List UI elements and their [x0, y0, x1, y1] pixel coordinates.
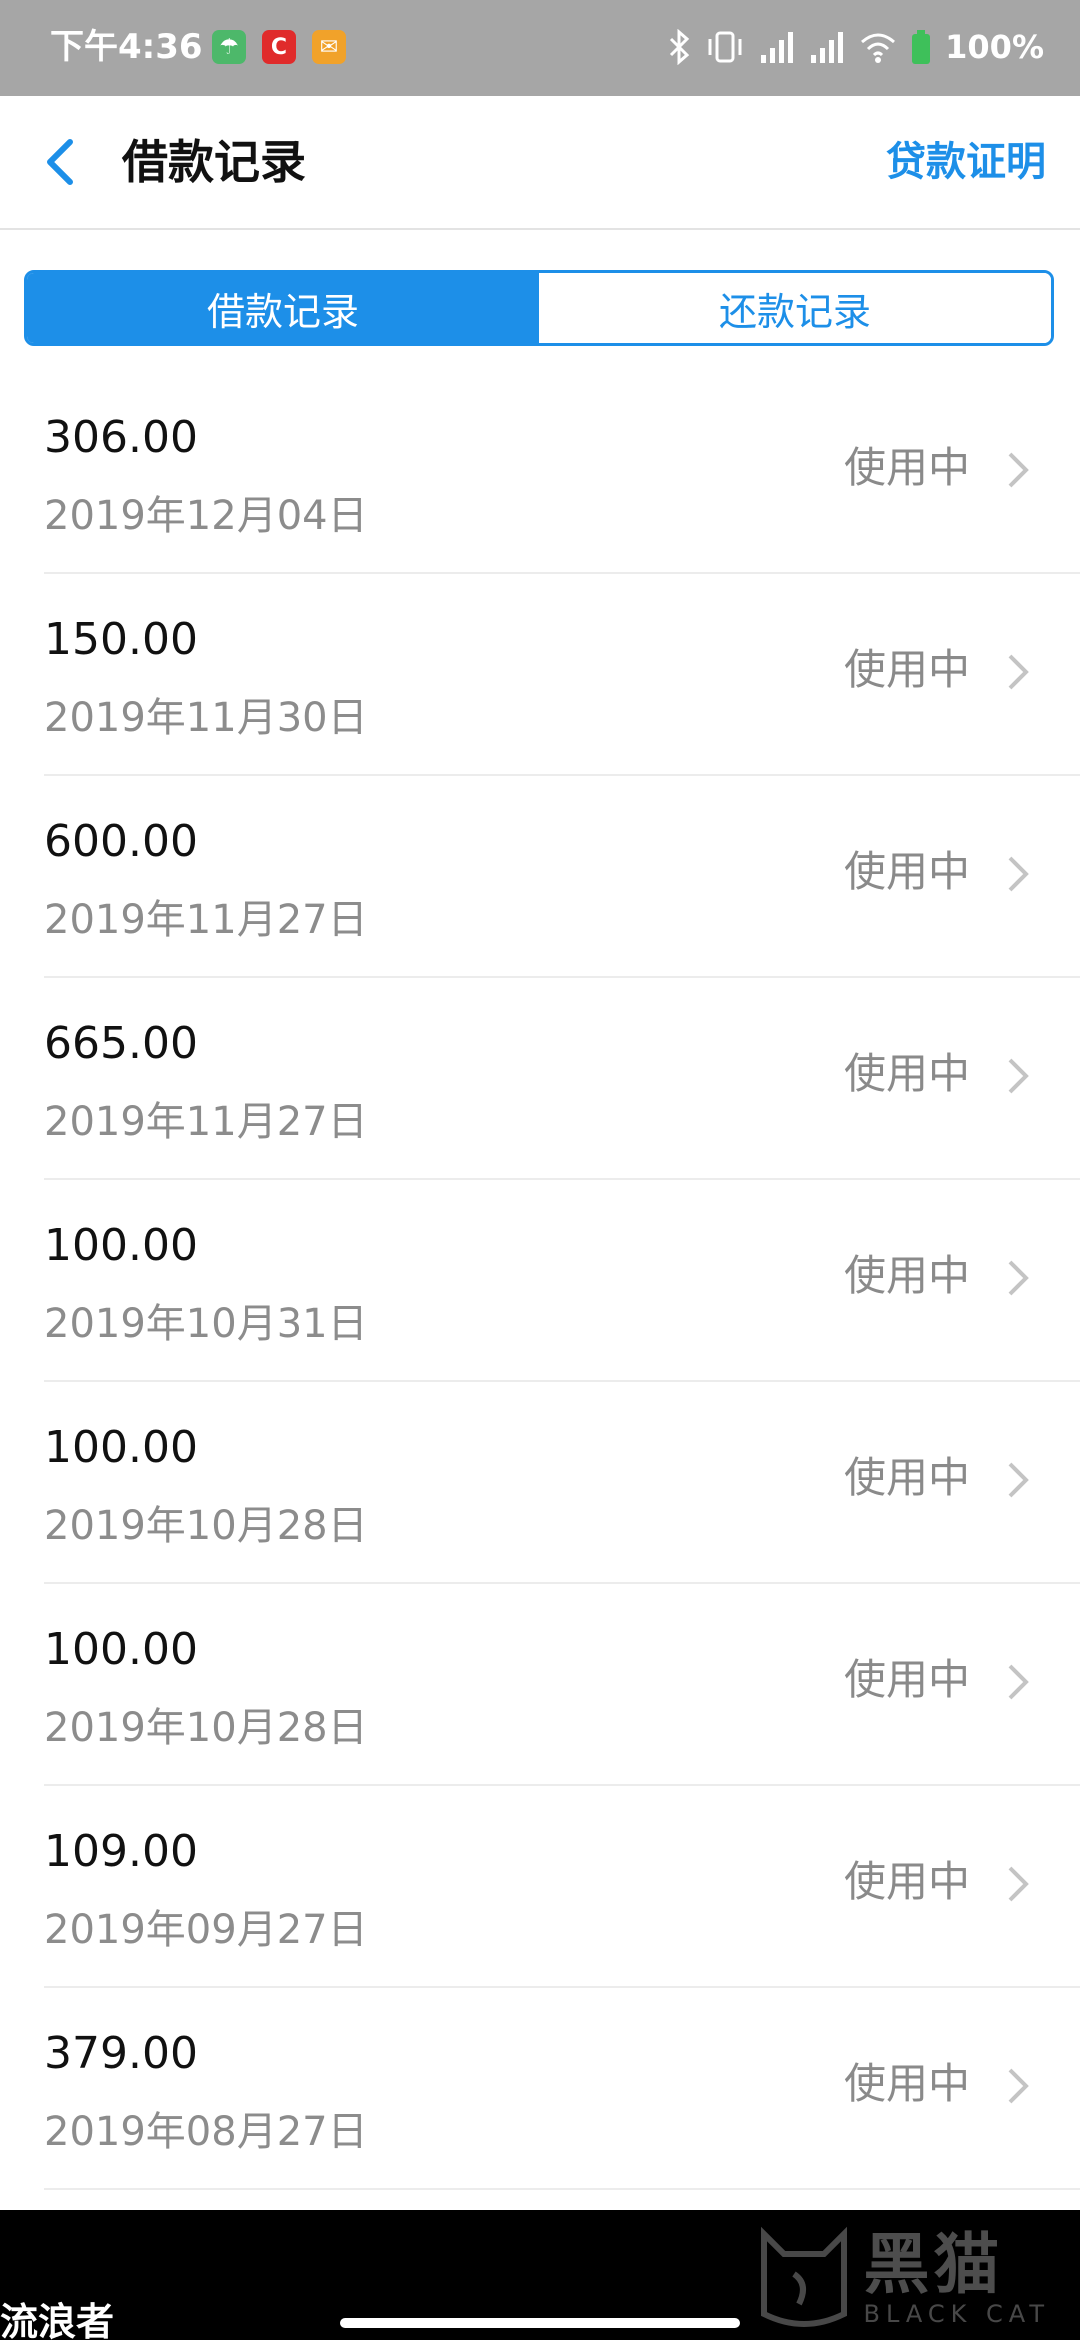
signal-icon — [761, 32, 794, 63]
list-item[interactable]: 379.00 2019年08月27日 使用中 — [0, 1988, 1080, 2190]
chevron-right-icon — [1008, 1462, 1029, 1498]
wifi-icon — [861, 33, 896, 63]
watermark-brand-en: BLACK CAT — [863, 2300, 1050, 2328]
record-date: 2019年10月28日 — [44, 1503, 368, 1549]
chevron-left-icon — [47, 139, 73, 185]
chevron-right-icon — [1008, 856, 1029, 892]
status-bar: 下午4:36 ☂ C ✉ 100% — [0, 0, 1080, 96]
record-date: 2019年10月31日 — [44, 1301, 368, 1347]
list-item[interactable]: 100.00 2019年10月28日 使用中 — [0, 1584, 1080, 1786]
record-date: 2019年10月28日 — [44, 1705, 368, 1751]
status-time: 下午4:36 — [50, 27, 203, 67]
record-status: 使用中 — [843, 1251, 970, 1300]
tab-repayment-records[interactable]: 还款记录 — [539, 273, 1051, 343]
chevron-right-icon — [1008, 1866, 1029, 1902]
green-umbrella-app-icon: ☂ — [212, 30, 246, 64]
tab-borrow-records[interactable]: 借款记录 — [27, 273, 539, 343]
chevron-right-icon — [1008, 1260, 1029, 1296]
chevron-right-icon — [1008, 654, 1029, 690]
record-amount: 100.00 — [44, 1624, 198, 1675]
borrow-record-list: 306.00 2019年12月04日 使用中 150.00 2019年11月30… — [0, 372, 1080, 2190]
bottom-nav-bar: 流浪者 黑猫 BLACK CAT — [0, 2210, 1080, 2344]
list-item[interactable]: 306.00 2019年12月04日 使用中 — [0, 372, 1080, 574]
chevron-right-icon — [1008, 1058, 1029, 1094]
status-app-icons: ☂ C ✉ — [212, 30, 346, 64]
record-date: 2019年11月27日 — [44, 897, 368, 943]
cat-logo-icon — [760, 2226, 847, 2327]
record-amount: 100.00 — [44, 1422, 198, 1473]
mail-app-icon: ✉ — [312, 30, 346, 64]
record-status: 使用中 — [843, 1049, 970, 1098]
home-indicator[interactable] — [340, 2318, 740, 2328]
record-status: 使用中 — [843, 1857, 970, 1906]
record-amount: 109.00 — [44, 1826, 198, 1877]
record-amount: 665.00 — [44, 1018, 198, 1069]
list-item[interactable]: 665.00 2019年11月27日 使用中 — [0, 978, 1080, 1180]
battery-icon — [912, 30, 931, 64]
record-amount: 306.00 — [44, 412, 198, 463]
watermark-left: 流浪者 — [0, 2300, 115, 2344]
record-tabs: 借款记录 还款记录 — [24, 270, 1054, 346]
record-date: 2019年09月27日 — [44, 1907, 368, 1953]
record-status: 使用中 — [843, 1655, 970, 1704]
back-button[interactable] — [36, 132, 92, 192]
battery-percentage: 100% — [945, 28, 1044, 66]
c-app-icon: C — [262, 30, 296, 64]
record-status: 使用中 — [843, 2059, 970, 2108]
list-item[interactable]: 109.00 2019年09月27日 使用中 — [0, 1786, 1080, 1988]
record-status: 使用中 — [843, 1453, 970, 1502]
list-item[interactable]: 100.00 2019年10月28日 使用中 — [0, 1382, 1080, 1584]
record-status: 使用中 — [843, 645, 970, 694]
record-amount: 379.00 — [44, 2028, 198, 2079]
list-item[interactable]: 150.00 2019年11月30日 使用中 — [0, 574, 1080, 776]
record-status: 使用中 — [843, 443, 970, 492]
bluetooth-icon — [670, 29, 690, 65]
watermark-brand-cn: 黑猫 — [863, 2226, 1004, 2303]
chevron-right-icon — [1008, 452, 1029, 488]
record-date: 2019年11月30日 — [44, 695, 368, 741]
vibrate-icon — [708, 31, 742, 63]
status-indicators: 100% — [667, 22, 1044, 72]
chevron-right-icon — [1008, 1664, 1029, 1700]
signal-icon — [811, 32, 844, 63]
watermark-right: 黑猫 BLACK CAT — [754, 2224, 1050, 2334]
record-date: 2019年11月27日 — [44, 1099, 368, 1145]
record-status: 使用中 — [843, 847, 970, 896]
loan-certificate-link[interactable]: 贷款证明 — [886, 126, 1046, 198]
record-amount: 100.00 — [44, 1220, 198, 1271]
page-title: 借款记录 — [122, 135, 306, 189]
app-header: 借款记录 贷款证明 — [0, 96, 1080, 230]
record-amount: 150.00 — [44, 614, 198, 665]
list-item[interactable]: 100.00 2019年10月31日 使用中 — [0, 1180, 1080, 1382]
record-amount: 600.00 — [44, 816, 198, 867]
list-item[interactable]: 600.00 2019年11月27日 使用中 — [0, 776, 1080, 978]
chevron-right-icon — [1008, 2068, 1029, 2104]
record-date: 2019年08月27日 — [44, 2109, 368, 2155]
record-date: 2019年12月04日 — [44, 493, 368, 539]
